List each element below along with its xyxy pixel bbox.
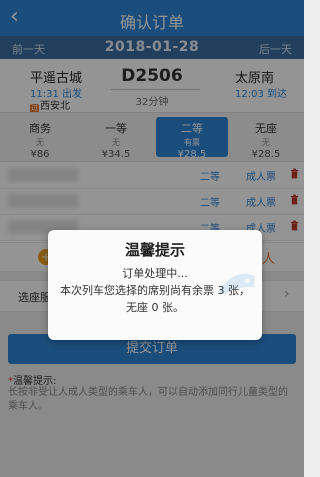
notice-dialog: 温馨提示 订单处理中... 本次列车您选择的席别尚有余票 3 张，无座 0 张。 xyxy=(48,230,262,340)
dialog-message: 本次列车您选择的席别尚有余票 3 张，无座 0 张。 xyxy=(60,284,250,314)
dialog-status-text: 订单处理中... xyxy=(122,267,188,280)
dialog-title: 温馨提示 xyxy=(124,241,185,259)
